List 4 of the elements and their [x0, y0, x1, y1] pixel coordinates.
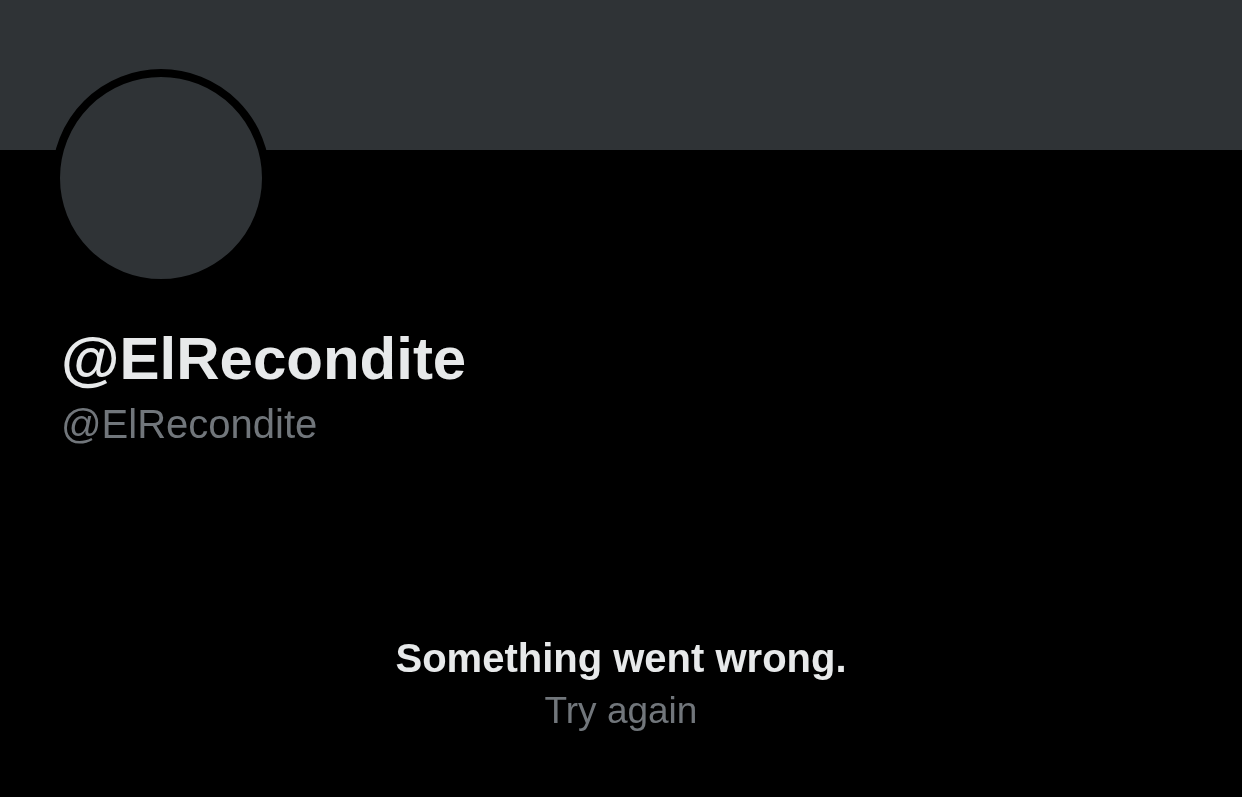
- display-name: @ElRecondite: [61, 324, 467, 394]
- handle: @ElRecondite: [61, 401, 318, 448]
- try-again-button[interactable]: Try again: [544, 688, 698, 734]
- error-message: Something went wrong.: [395, 635, 847, 682]
